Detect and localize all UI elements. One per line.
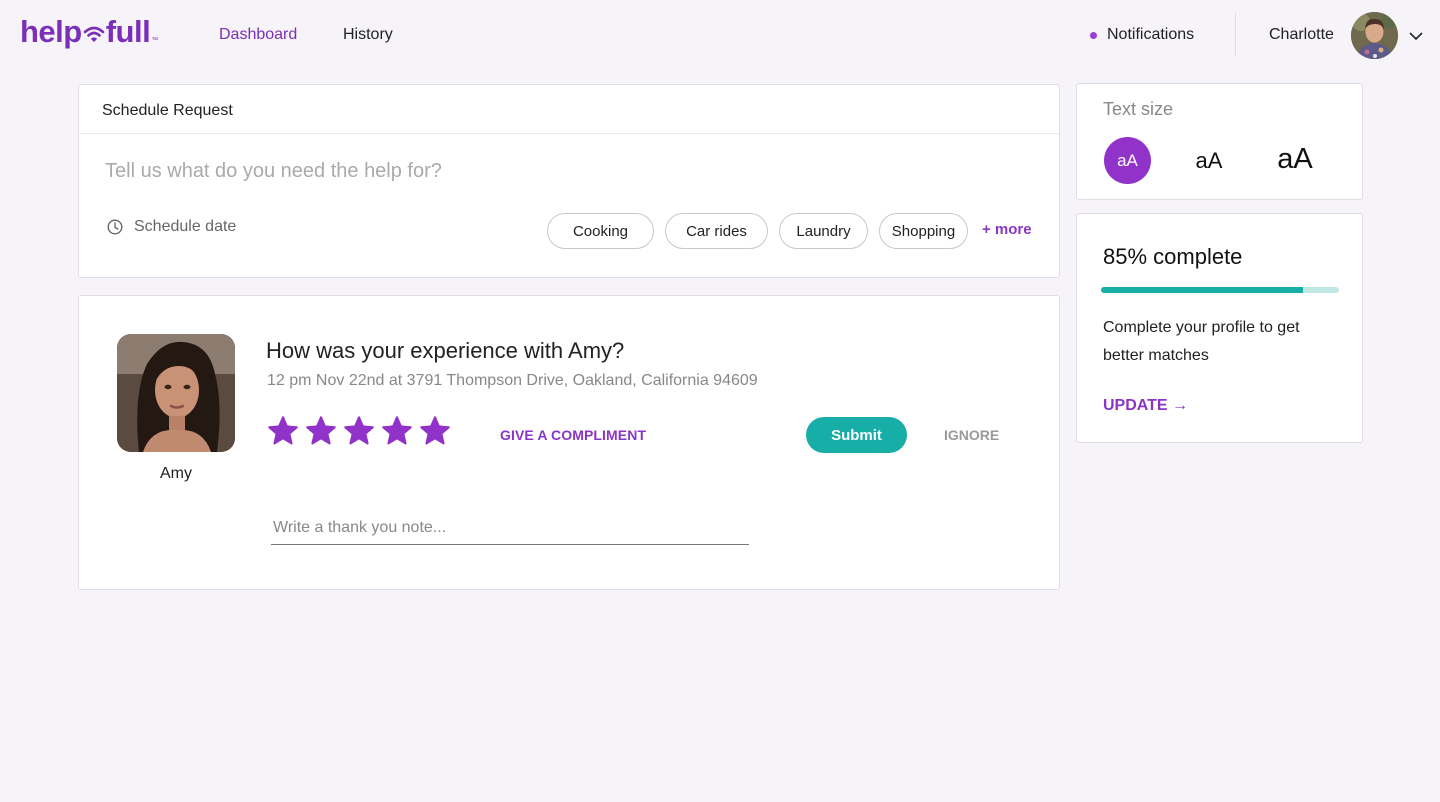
help-request-input[interactable] xyxy=(105,160,705,183)
helper-name: Amy xyxy=(160,465,192,482)
clock-icon xyxy=(107,219,123,235)
schedule-date-button[interactable]: Schedule date xyxy=(107,218,236,236)
logo-text-left: help xyxy=(20,14,82,49)
submit-button[interactable]: Submit xyxy=(806,417,907,453)
star-icon[interactable] xyxy=(267,415,299,447)
profile-completion-title: 85% complete xyxy=(1103,244,1243,269)
more-chips-link[interactable]: + more xyxy=(982,221,1032,238)
star-icon[interactable] xyxy=(381,415,413,447)
profile-progress-bar xyxy=(1101,287,1339,293)
profile-completion-card: 85% complete Complete your profile to ge… xyxy=(1076,213,1363,443)
star-icon[interactable] xyxy=(419,415,451,447)
notification-dot-icon xyxy=(1090,31,1097,39)
text-size-label: Text size xyxy=(1103,99,1174,119)
profile-progress-fill xyxy=(1101,287,1304,293)
star-rating[interactable] xyxy=(267,415,451,447)
update-profile-link[interactable]: UPDATE → xyxy=(1103,397,1188,415)
logo-text-right: full xyxy=(105,14,151,49)
chip-car-rides[interactable]: Car rides xyxy=(665,213,768,249)
text-size-large-option[interactable]: aA xyxy=(1269,134,1321,184)
wifi-heart-logo-icon xyxy=(83,16,105,42)
chip-shopping[interactable]: Shopping xyxy=(879,213,968,249)
review-card: Amy How was your experience with Amy? 12… xyxy=(78,295,1060,590)
trademark: ™ xyxy=(151,37,158,44)
profile-completion-text: Complete your profile to get better matc… xyxy=(1103,319,1300,364)
schedule-date-label: Schedule date xyxy=(134,218,237,235)
thank-you-note-input[interactable] xyxy=(271,511,749,545)
helper-photo xyxy=(117,334,235,452)
chip-laundry[interactable]: Laundry xyxy=(779,213,868,249)
review-details: 12 pm Nov 22nd at 3791 Thompson Drive, O… xyxy=(267,372,758,389)
text-size-medium-option[interactable]: aA xyxy=(1187,139,1231,183)
notifications-link[interactable]: Notifications xyxy=(1090,26,1194,44)
user-name[interactable]: Charlotte xyxy=(1269,26,1334,44)
nav-dashboard[interactable]: Dashboard xyxy=(219,26,297,44)
review-question: How was your experience with Amy? xyxy=(266,338,625,363)
text-size-small-option[interactable]: aA xyxy=(1104,137,1151,184)
ignore-button[interactable]: IGNORE xyxy=(944,427,999,443)
header-divider xyxy=(1235,13,1236,57)
text-size-card: Text size aA aA aA xyxy=(1076,83,1363,200)
schedule-request-title: Schedule Request xyxy=(102,102,233,119)
helpfull-logo[interactable]: help full ™ xyxy=(20,14,158,50)
star-icon[interactable] xyxy=(343,415,375,447)
notifications-label: Notifications xyxy=(1107,26,1195,43)
nav-history[interactable]: History xyxy=(343,26,393,44)
card-divider xyxy=(79,133,1059,134)
chevron-down-icon[interactable] xyxy=(1408,28,1424,44)
star-icon[interactable] xyxy=(305,415,337,447)
top-header: help full ™ Dashboard History Notificati… xyxy=(0,0,1440,72)
give-compliment-link[interactable]: GIVE A COMPLIMENT xyxy=(500,427,646,443)
user-avatar[interactable] xyxy=(1351,12,1398,59)
chip-cooking[interactable]: Cooking xyxy=(547,213,654,249)
schedule-request-card: Schedule Request Schedule date Cooking C… xyxy=(78,84,1060,278)
